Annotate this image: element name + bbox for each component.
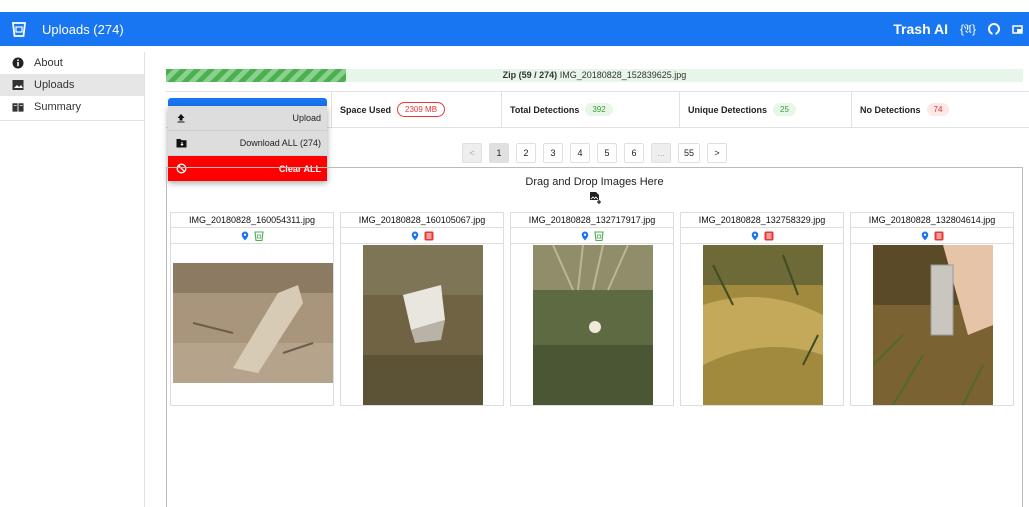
image-card[interactable]: IMG_20180828_132804614.jpg (850, 212, 1014, 406)
image-filename: IMG_20180828_160105067.jpg (341, 213, 503, 228)
image-thumbnail (533, 245, 653, 405)
upload-menu-button[interactable] (168, 98, 327, 106)
image-thumbnail (363, 245, 483, 405)
image-icon (12, 79, 24, 91)
location-pin-icon[interactable] (240, 231, 250, 241)
sidebar: About Uploads Summary (0, 52, 145, 507)
image-thumbnail (873, 245, 993, 405)
stat-space-used: Space Used 2309 MB (332, 92, 502, 127)
menu-item-label: Download ALL (274) (239, 138, 321, 148)
page-button-last[interactable]: 55 (678, 143, 700, 163)
image-thumbnail (173, 263, 333, 383)
page-prev-button[interactable]: < (462, 143, 482, 163)
page-ellipsis: ... (651, 143, 671, 163)
stat-label: No Detections (860, 104, 921, 115)
stat-label: Total Detections (510, 104, 580, 115)
sidebar-item-label: Uploads (34, 79, 75, 91)
page-button-6[interactable]: 6 (624, 143, 644, 163)
stat-unique-detections: Unique Detections 25 (680, 92, 852, 127)
stat-total-detections: Total Detections 392 (502, 92, 680, 127)
stat-label: Unique Detections (688, 104, 768, 115)
progress-file: IMG_20180828_152839625.jpg (559, 70, 687, 80)
github-icon[interactable] (988, 23, 1000, 35)
trash-can-logo-icon (11, 21, 27, 37)
trash-can-icon[interactable] (254, 230, 264, 241)
image-card[interactable]: IMG_20180828_160105067.jpg (340, 212, 504, 406)
progress-label: Zip (59 / 274) IMG_20180828_152839625.jp… (166, 69, 1023, 82)
image-status-row (851, 228, 1013, 244)
sidebar-item-summary[interactable]: Summary (0, 96, 144, 118)
page-button-5[interactable]: 5 (597, 143, 617, 163)
detection-list-icon[interactable] (424, 231, 434, 241)
page-button-4[interactable]: 4 (570, 143, 590, 163)
image-card[interactable]: IMG_20180828_132717917.jpg (510, 212, 674, 406)
info-icon (12, 57, 24, 69)
menu-item-upload[interactable]: Upload (168, 106, 327, 131)
space-used-badge: 2309 MB (397, 102, 446, 117)
stat-no-detections: No Detections 74 (852, 92, 1029, 127)
menu-item-label: Upload (292, 113, 321, 123)
trash-can-icon[interactable] (594, 230, 604, 241)
image-status-row (511, 228, 673, 244)
window-icon[interactable] (1012, 24, 1023, 35)
drop-zone-text: Drag and Drop Images Here (525, 176, 664, 188)
image-drop-zone[interactable]: Drag and Drop Images Here IMG_20180828_1… (166, 167, 1023, 507)
page-button-1[interactable]: 1 (489, 143, 509, 163)
progress-count: Zip (59 / 274) (502, 70, 558, 80)
image-thumbnail (703, 245, 823, 405)
image-card[interactable]: IMG_20180828_160054311.jpg (170, 212, 334, 406)
location-pin-icon[interactable] (920, 231, 930, 241)
image-status-row (341, 228, 503, 244)
upload-icon (174, 113, 188, 123)
location-pin-icon[interactable] (410, 231, 420, 241)
menu-item-download-all[interactable]: Download ALL (274) (168, 131, 327, 156)
total-detections-badge: 392 (585, 103, 613, 116)
detection-list-icon[interactable] (934, 231, 944, 241)
sidebar-item-label: Summary (34, 101, 82, 113)
image-filename: IMG_20180828_132717917.jpg (511, 213, 673, 228)
brand-title: Trash AI (893, 21, 949, 37)
sidebar-item-about[interactable]: About (0, 52, 144, 74)
location-pin-icon[interactable] (750, 231, 760, 241)
image-status-row (681, 228, 843, 244)
image-filename: IMG_20180828_132758329.jpg (681, 213, 843, 228)
image-filename: IMG_20180828_160054311.jpg (171, 213, 333, 228)
folder-download-icon (174, 138, 188, 148)
no-detections-badge: 74 (926, 103, 950, 116)
book-icon (12, 101, 24, 113)
app-bar: Uploads (274) Trash AI {𝔄} (0, 12, 1029, 46)
page-button-2[interactable]: 2 (516, 143, 536, 163)
page-button-3[interactable]: 3 (543, 143, 563, 163)
page-title: Uploads (274) (42, 21, 124, 37)
image-add-icon (588, 191, 602, 205)
image-card[interactable]: IMG_20180828_132758329.jpg (680, 212, 844, 406)
unique-detections-badge: 25 (773, 103, 796, 116)
zip-progress-bar: Zip (59 / 274) IMG_20180828_152839625.jp… (166, 69, 1023, 82)
stat-label: Space Used (340, 104, 392, 115)
sidebar-item-uploads[interactable]: Uploads (0, 74, 144, 96)
api-icon[interactable]: {𝔄} (960, 22, 976, 37)
image-status-row (171, 228, 333, 244)
pagination: < 1 2 3 4 5 6 ... 55 > (462, 143, 727, 163)
location-pin-icon[interactable] (580, 231, 590, 241)
sidebar-divider (0, 120, 144, 121)
image-filename: IMG_20180828_132804614.jpg (851, 213, 1013, 228)
page-next-button[interactable]: > (707, 143, 727, 163)
detection-list-icon[interactable] (764, 231, 774, 241)
sidebar-item-label: About (34, 57, 63, 69)
